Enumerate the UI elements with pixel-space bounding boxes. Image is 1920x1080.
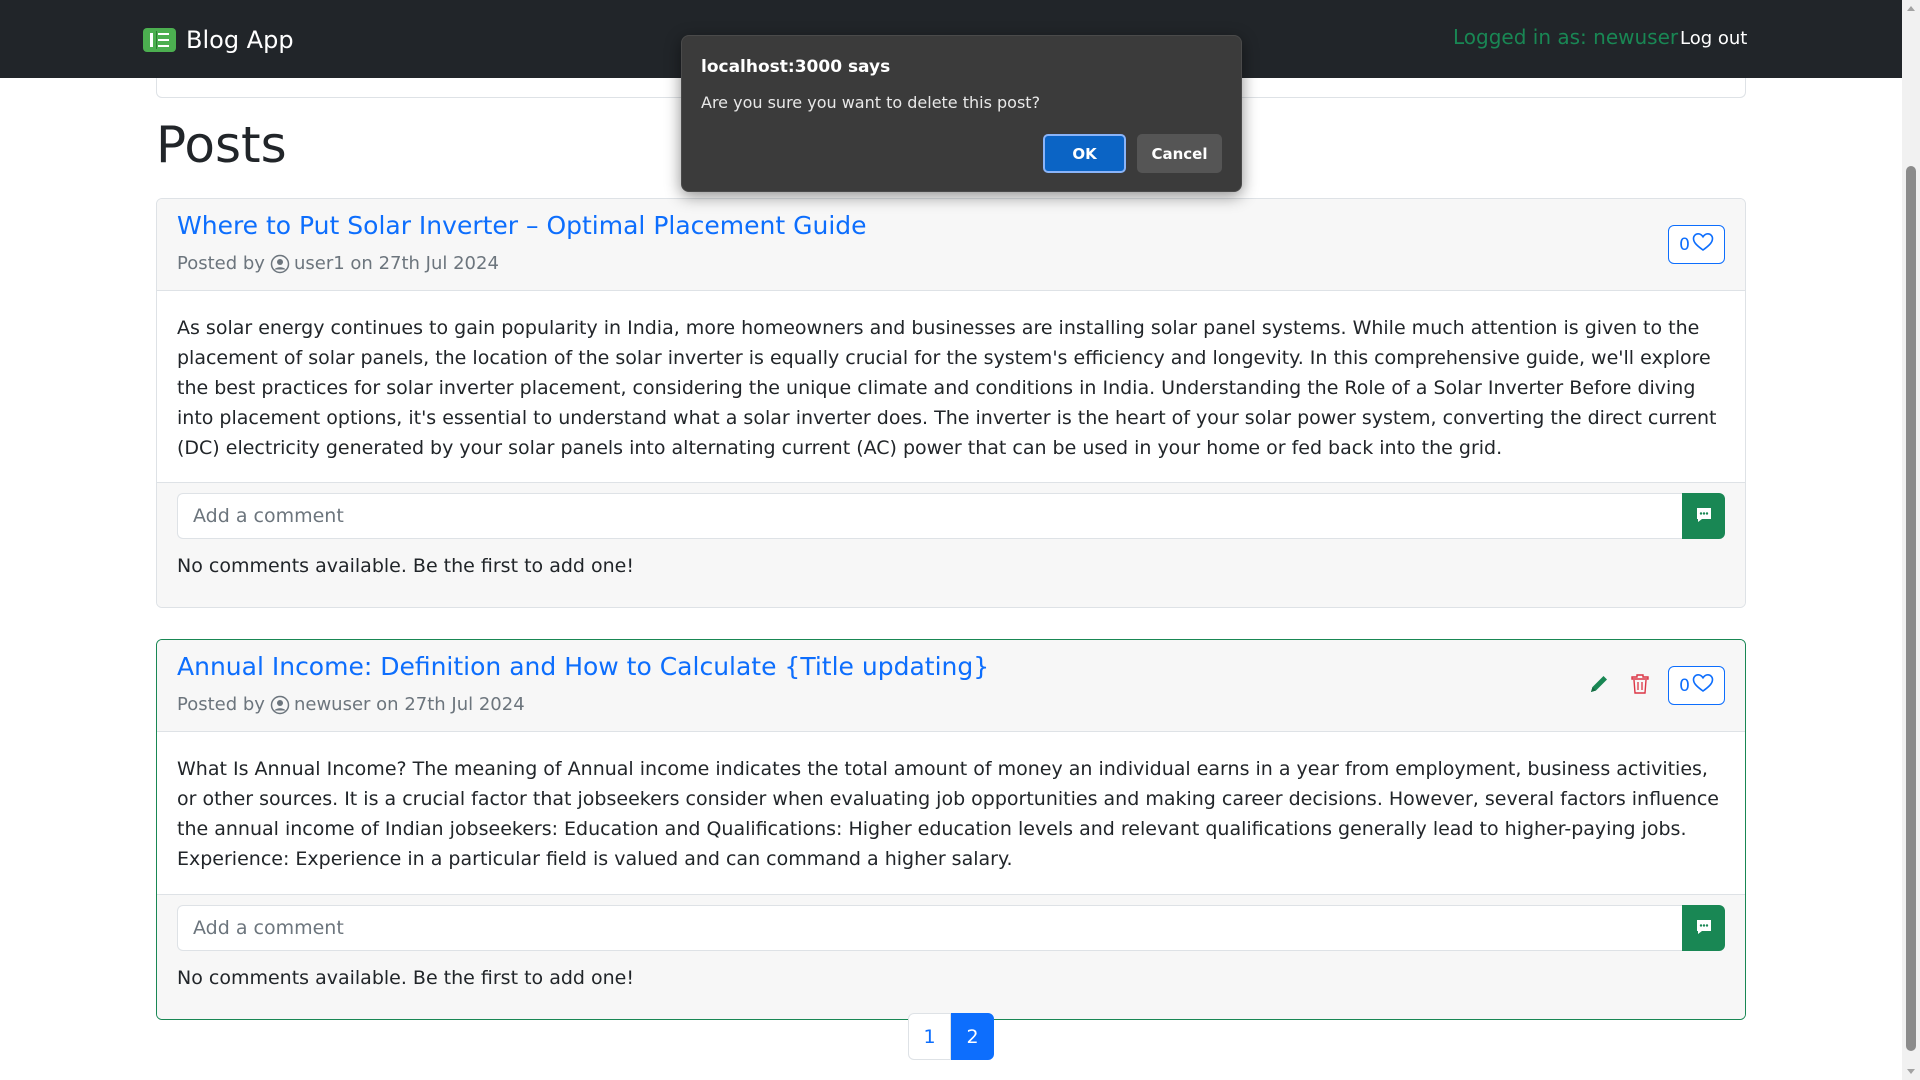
heart-icon: [1692, 232, 1714, 257]
page-link-2[interactable]: 2: [951, 1013, 994, 1060]
post-author: newuser: [293, 694, 371, 715]
like-count: 0: [1679, 234, 1690, 255]
vertical-scrollbar[interactable]: [1902, 0, 1920, 1080]
brand-link[interactable]: Blog App: [143, 26, 294, 54]
trash-icon: [1630, 673, 1650, 699]
dialog-title: localhost:3000 says: [701, 57, 891, 77]
book-icon: [143, 28, 176, 52]
page-title: Posts: [156, 116, 287, 174]
comment-form: [177, 493, 1725, 539]
cancel-button[interactable]: Cancel: [1137, 134, 1222, 173]
logged-in-status: Logged in as: newuser: [1453, 25, 1679, 49]
comment-input[interactable]: [177, 493, 1682, 539]
comment-form: [177, 905, 1725, 951]
post-body: As solar energy continues to gain popula…: [157, 291, 1745, 483]
no-comments-message: No comments available. Be the first to a…: [177, 555, 634, 577]
like-button[interactable]: 0: [1668, 225, 1725, 264]
no-comments-message: No comments available. Be the first to a…: [177, 967, 634, 989]
post-author: user1: [293, 253, 345, 274]
chat-dots-icon: [1695, 918, 1713, 939]
like-button[interactable]: 0: [1668, 666, 1725, 705]
page-link-1[interactable]: 1: [908, 1013, 951, 1060]
dialog-message: Are you sure you want to delete this pos…: [701, 93, 1041, 112]
scroll-down-arrow-icon[interactable]: [1907, 1069, 1915, 1074]
heart-icon: [1692, 673, 1714, 698]
delete-post-button[interactable]: [1626, 672, 1654, 700]
scrollbar-thumb[interactable]: [1906, 166, 1916, 1051]
post-meta: Posted by newuser on 27th Jul 2024: [177, 694, 525, 715]
post-card: Where to Put Solar Inverter – Optimal Pl…: [156, 198, 1746, 608]
posted-by-label: Posted by: [177, 253, 265, 274]
confirm-dialog: localhost:3000 says Are you sure you wan…: [681, 35, 1242, 192]
person-circle-icon: [270, 695, 290, 715]
pagination: 1 2: [908, 1013, 994, 1060]
post-header: Where to Put Solar Inverter – Optimal Pl…: [157, 199, 1745, 291]
comment-section: No comments available. Be the first to a…: [157, 483, 1745, 607]
send-comment-button[interactable]: [1682, 905, 1725, 951]
post-body: What Is Annual Income? The meaning of An…: [157, 732, 1745, 895]
post-title-link[interactable]: Where to Put Solar Inverter – Optimal Pl…: [177, 211, 867, 240]
chat-dots-icon: [1695, 506, 1713, 527]
post-header: Annual Income: Definition and How to Cal…: [157, 640, 1745, 732]
person-circle-icon: [270, 254, 290, 274]
post-card: Annual Income: Definition and How to Cal…: [156, 639, 1746, 1020]
post-meta: Posted by user1 on 27th Jul 2024: [177, 253, 499, 274]
send-comment-button[interactable]: [1682, 493, 1725, 539]
comment-section: No comments available. Be the first to a…: [157, 895, 1745, 1019]
comment-input[interactable]: [177, 905, 1682, 951]
logout-link[interactable]: Log out: [1680, 28, 1747, 49]
brand-name: Blog App: [186, 26, 294, 54]
like-count: 0: [1679, 675, 1690, 696]
scroll-up-arrow-icon[interactable]: [1907, 6, 1915, 11]
edit-post-button[interactable]: [1585, 672, 1613, 700]
post-date: on 27th Jul 2024: [350, 253, 499, 274]
ok-button[interactable]: OK: [1043, 134, 1126, 173]
posted-by-label: Posted by: [177, 694, 265, 715]
pencil-icon: [1588, 673, 1610, 699]
post-title-link[interactable]: Annual Income: Definition and How to Cal…: [177, 652, 989, 681]
post-date: on 27th Jul 2024: [376, 694, 525, 715]
